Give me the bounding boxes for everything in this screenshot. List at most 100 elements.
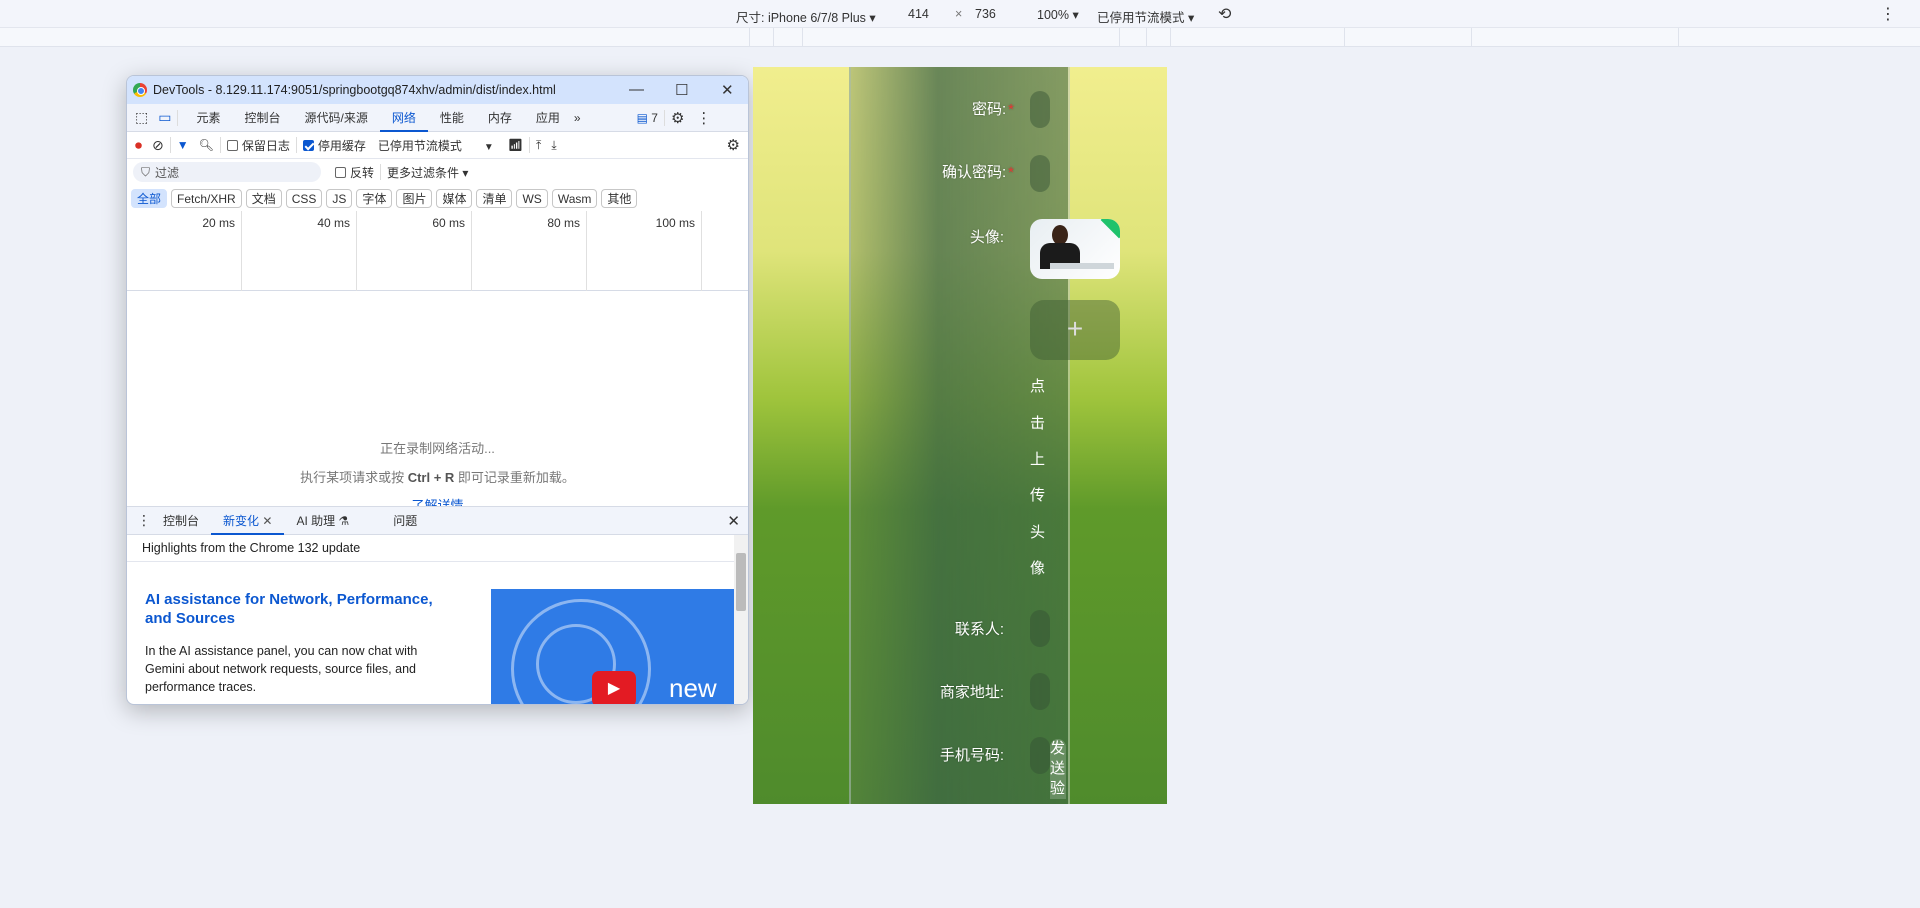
invert-checkbox[interactable] xyxy=(335,166,346,178)
window-title: DevTools - 8.129.11.174:9051/springbootg… xyxy=(153,83,556,97)
tab-elements[interactable]: 元素 xyxy=(184,104,232,132)
chip-fetch-xhr[interactable]: Fetch/XHR xyxy=(171,188,242,208)
network-toolbar: ⏺ ⊘ ▼ 🔍︎ 保留日志 停用缓存 已停用节流模式 ▼ 📶︎ ⤒ ⤓ ⚙ xyxy=(127,132,748,159)
device-viewport: 密码: * 确认密码: * 头像: + 点 击 上 传 头 像 联系人: 商家地址:… xyxy=(753,67,1167,804)
height-input[interactable]: 736 xyxy=(975,7,996,21)
device-select[interactable]: 尺寸: iPhone 6/7/8 Plus ▾ xyxy=(736,7,876,26)
panel-tabs: ⬚ ▭ 元素 控制台 源代码/来源 网络 性能 内存 应用 » ▤ 7 ⚙ ⋮ xyxy=(127,104,748,132)
chip-media[interactable]: 媒体 xyxy=(436,188,473,208)
more-filters-dropdown[interactable]: 更多过滤条件 ▾ xyxy=(387,164,468,181)
throttle-dropdown[interactable]: 已停用节流模式 ▼ xyxy=(378,137,494,154)
highlights-header: Highlights from the Chrome 132 update xyxy=(127,535,748,562)
chip-js[interactable]: JS xyxy=(326,188,353,208)
zoom-select[interactable]: 100% ▾ xyxy=(1037,7,1079,22)
times-sign: × xyxy=(955,7,963,21)
phone-label: 手机号码: xyxy=(939,747,1004,764)
clear-icon[interactable]: ⊘ xyxy=(152,137,164,154)
tab-sources[interactable]: 源代码/来源 xyxy=(293,104,380,132)
upload-hint-char: 像 xyxy=(1030,560,1046,577)
inspect-element-icon[interactable]: ⬚ xyxy=(135,109,148,126)
drawer-tab-whats-new[interactable]: 新变化 ✕ xyxy=(211,507,285,535)
drawer-menu-icon[interactable]: ⋮ xyxy=(137,512,151,529)
close-icon[interactable]: ✕ xyxy=(721,81,734,99)
password-input[interactable] xyxy=(1030,91,1050,128)
tab-application[interactable]: 应用 xyxy=(524,104,572,132)
disable-cache-checkbox[interactable] xyxy=(302,139,314,151)
thumbnail-text: new xyxy=(669,673,717,703)
device-toggle-icon[interactable]: ▭ xyxy=(158,109,171,126)
drawer-tab-issues[interactable]: 问题 xyxy=(381,507,429,535)
type-filter-chips: 全部 Fetch/XHR 文档 CSS JS 字体 图片 媒体 清单 WS Wa… xyxy=(127,185,748,211)
flask-icon: ⚗ xyxy=(338,513,350,528)
send-code-button[interactable]: 发 送 验 xyxy=(1050,739,1066,799)
chip-wasm[interactable]: Wasm xyxy=(551,188,598,208)
upload-hint-char: 传 xyxy=(1030,487,1046,504)
avatar-label: 头像: xyxy=(969,229,1004,246)
drawer-tab-ai-assistance[interactable]: AI 助理 ⚗ xyxy=(284,507,361,535)
whats-new-content: AI assistance for Network, Performance, … xyxy=(127,562,736,704)
tab-network[interactable]: 网络 xyxy=(379,104,428,132)
tab-memory[interactable]: 内存 xyxy=(476,104,524,132)
scrollbar[interactable] xyxy=(734,535,748,704)
export-har-icon[interactable]: ⤓ xyxy=(551,138,556,153)
chip-manifest[interactable]: 清单 xyxy=(476,188,513,208)
close-tab-icon[interactable]: ✕ xyxy=(262,514,272,528)
throttle-select[interactable]: 已停用节流模式 ▾ xyxy=(1097,7,1194,26)
preserve-log-checkbox[interactable] xyxy=(226,139,238,151)
upload-hint-char: 点 xyxy=(1030,378,1046,395)
youtube-play-icon: ▶ xyxy=(592,671,636,704)
minimize-icon[interactable]: — xyxy=(629,81,644,98)
tab-performance[interactable]: 性能 xyxy=(428,104,476,132)
timeline-tick: 60 ms xyxy=(357,211,472,291)
confirm-password-label: 确认密码: * xyxy=(941,164,1014,181)
more-icon[interactable]: ⋮ xyxy=(696,109,711,127)
article-body: In the AI assistance panel, you can now … xyxy=(145,644,418,694)
chrome-logo-icon xyxy=(133,83,147,97)
contact-input[interactable] xyxy=(1030,610,1050,647)
chip-font[interactable]: 字体 xyxy=(356,188,393,208)
chip-other[interactable]: 其他 xyxy=(601,188,638,208)
rotate-icon[interactable]: ⟲ xyxy=(1218,4,1231,24)
upload-hint-char: 上 xyxy=(1030,451,1046,468)
upload-button[interactable]: + xyxy=(1030,300,1120,360)
phone-input[interactable] xyxy=(1030,737,1050,774)
timeline-tick: 40 ms xyxy=(242,211,357,291)
article-title[interactable]: AI assistance for Network, Performance, … xyxy=(145,590,445,628)
issues-badge[interactable]: ▤ 7 xyxy=(637,111,658,125)
chip-css[interactable]: CSS xyxy=(285,188,323,208)
drawer-tab-console[interactable]: 控制台 xyxy=(151,507,211,535)
confirm-password-input[interactable] xyxy=(1030,155,1050,192)
recording-text: 正在录制网络活动... xyxy=(380,441,495,456)
more-options-icon[interactable]: ⋮ xyxy=(1880,4,1896,24)
tab-console[interactable]: 控制台 xyxy=(232,104,292,132)
upload-hint-char: 头 xyxy=(1030,524,1046,541)
close-drawer-icon[interactable]: ✕ xyxy=(727,512,740,530)
network-overview-timeline[interactable]: 20 ms 40 ms 60 ms 80 ms 100 ms xyxy=(127,211,748,291)
settings-icon[interactable]: ⚙ xyxy=(671,109,684,127)
chip-ws[interactable]: WS xyxy=(516,188,548,208)
timeline-tick: 100 ms xyxy=(587,211,702,291)
network-settings-icon[interactable]: ⚙ xyxy=(727,136,740,154)
avatar-image[interactable] xyxy=(1030,219,1120,279)
timeline-tick: 20 ms xyxy=(127,211,242,291)
import-har-icon[interactable]: ⤒ xyxy=(536,138,541,153)
filter-icon[interactable]: ▼ xyxy=(177,138,189,152)
media-query-ruler xyxy=(0,28,1920,47)
width-input[interactable]: 414 xyxy=(908,7,929,21)
chip-all[interactable]: 全部 xyxy=(131,188,168,208)
reload-hint: 执行某项请求或按 Ctrl + R 即可记录重新加载。 xyxy=(300,470,575,485)
maximize-icon[interactable]: ☐ xyxy=(675,81,688,99)
filter-input[interactable]: ⛉ 过滤 xyxy=(133,162,321,182)
timeline-tick: 80 ms xyxy=(472,211,587,291)
network-empty-state: 正在录制网络活动... 执行某项请求或按 Ctrl + R 即可记录重新加载。 … xyxy=(127,291,748,513)
video-thumbnail[interactable]: ▶ new xyxy=(491,589,736,704)
chip-img[interactable]: 图片 xyxy=(396,188,433,208)
record-stop-icon[interactable]: ⏺ xyxy=(135,137,142,154)
chip-doc[interactable]: 文档 xyxy=(245,188,282,208)
more-tabs-icon[interactable]: » xyxy=(574,111,581,125)
network-conditions-icon[interactable]: 📶︎ xyxy=(508,138,523,152)
drawer-tabs: ⋮ 控制台 新变化 ✕ AI 助理 ⚗ 问题 ✕ xyxy=(127,506,748,535)
address-input[interactable] xyxy=(1030,673,1050,710)
search-icon[interactable]: 🔍︎ xyxy=(199,138,214,152)
contact-label: 联系人: xyxy=(954,621,1004,638)
